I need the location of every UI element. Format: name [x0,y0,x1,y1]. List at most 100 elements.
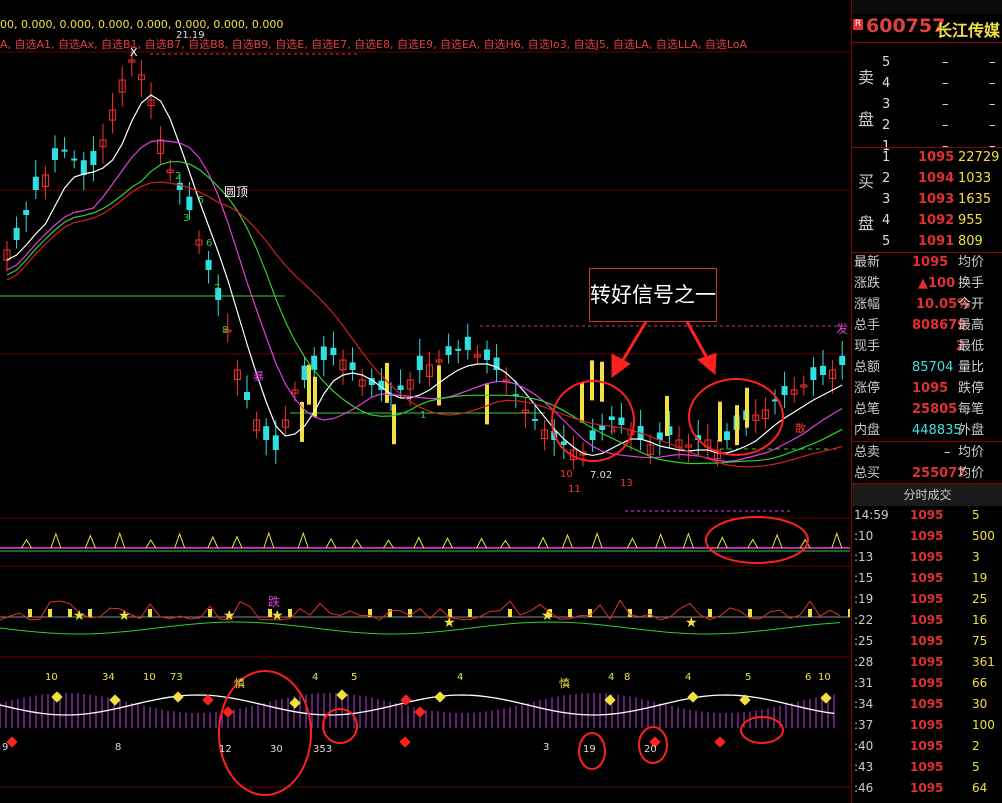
star-icon: ★ [73,608,86,624]
candle-body [560,441,567,445]
volume: 22729 [958,150,1000,165]
tick-volume: 5 [972,760,980,774]
panel-number: 9 [2,742,8,753]
panel-number: 10 [143,672,156,683]
count-label: 3 [183,213,189,224]
tick-row[interactable]: :37 1095 100 [852,715,1002,736]
tick-time: :34 [854,697,874,711]
stat-label: 总笔 [854,402,881,417]
ticker-title[interactable]: 分时成交 [852,484,1002,506]
tick-time: :37 [854,718,874,732]
panel-number: 12 [219,744,232,755]
tick-time: :22 [854,613,874,627]
tick-time: :28 [854,655,874,669]
indicator-triangle [831,531,843,549]
signal-bar [748,609,752,617]
quote-header[interactable]: R 600757 长江传媒 [852,14,1002,40]
tick-row[interactable]: :10 1095 500 [852,526,1002,547]
indicator-triangle [747,538,759,549]
tick-time: :43 [854,760,874,774]
indicator-triangle [771,533,783,549]
tick-price: 1095 [910,676,944,690]
annotation-callout: 转好信号之一 [589,268,717,322]
count-label: 11 [568,484,581,495]
candle-body [52,148,58,160]
stat-label: 总买 [854,466,881,481]
tick-row[interactable]: :15 1095 19 [852,568,1002,589]
panel-number: 4 [685,672,691,683]
count-label: 5 [198,195,204,206]
count-label: 6 [206,238,212,249]
star-icon: ★ [541,608,554,624]
candle-body [608,416,615,420]
panel-number: 5 [745,672,751,683]
tick-row[interactable]: :43 1095 5 [852,757,1002,778]
price: 1094 [918,171,955,186]
tick-row[interactable]: :13 1095 3 [852,547,1002,568]
tick-row[interactable]: :40 1095 2 [852,736,1002,757]
level: 1 [882,150,891,165]
tick-row[interactable]: :31 1095 66 [852,673,1002,694]
tick-price: 1095 [910,718,944,732]
indicator-triangle [562,533,573,549]
price: – [942,97,949,112]
stat-right-label: 跌停 [958,381,985,396]
candle-body [455,348,462,351]
stat-value: 85704 [912,360,954,375]
tick-row[interactable]: :28 1095 361 [852,652,1002,673]
stat-row: 涨幅 10.05% 今开 [852,294,1002,315]
level: 5 [882,234,891,249]
stat-label: 涨跌 [854,276,881,291]
panel-number: 10 [45,672,58,683]
indicator-triangle [476,537,488,549]
star-icon: ★ [118,608,131,624]
indicator-triangle [591,531,603,549]
indicator-triangle [325,537,337,549]
price: 1093 [918,192,955,207]
candle-body [397,385,404,390]
indicator-triangle [263,531,275,549]
tick-price: 1095 [910,613,944,627]
stat-right-label: 均价 [958,255,985,270]
buy-row: 5 1091 809 [852,231,1002,252]
candle-body [820,365,826,375]
panel-number: 8 [115,742,121,753]
price: – [942,76,949,91]
tick-row[interactable]: :19 1095 25 [852,589,1002,610]
signal-label-shen-1: 慎 [234,676,245,690]
signal-bar [68,609,72,617]
diamond-marker [414,706,426,718]
signal-bar [708,609,712,617]
tick-row[interactable]: :34 1095 30 [852,694,1002,715]
candle-body [80,160,87,175]
x-marker: X [130,46,138,59]
stat-label: 现手 [854,339,881,354]
tick-row[interactable]: 14:59 1095 5 [852,505,1002,526]
price: – [942,55,949,70]
stat-label: 涨幅 [854,297,881,312]
price: 1095 [918,150,955,165]
tick-row[interactable]: :25 1095 75 [852,631,1002,652]
stat-row: 现手 2 最低 [852,336,1002,357]
tick-row[interactable]: :46 1095 64 [852,778,1002,799]
indicator-triangle [84,534,96,549]
tick-volume: 361 [972,655,995,669]
indicator-triangle [626,537,638,549]
indicator-triangle [21,538,32,549]
stat-label: 最新 [854,255,881,270]
low-price-label: 7.02 [590,470,612,481]
candle-body [263,426,270,440]
panel-number: 5 [351,672,357,683]
stat-right-label: 量比 [958,360,985,375]
candle-body [416,355,423,370]
kline-chart-area[interactable]: 00, 0.000, 0.000, 0.000, 0.000, 0.000, 0… [0,0,850,803]
candle-body [484,349,490,360]
highlight-bar [485,384,489,425]
stat-label: 总卖 [854,445,881,460]
signal-label-shen-2: 慎 [559,676,570,690]
candle-body [244,391,250,400]
tick-row[interactable]: :22 1095 16 [852,610,1002,631]
candlesticks [3,45,846,470]
indicator-triangle [682,532,694,549]
stat-right-label: 外盘 [958,423,985,438]
